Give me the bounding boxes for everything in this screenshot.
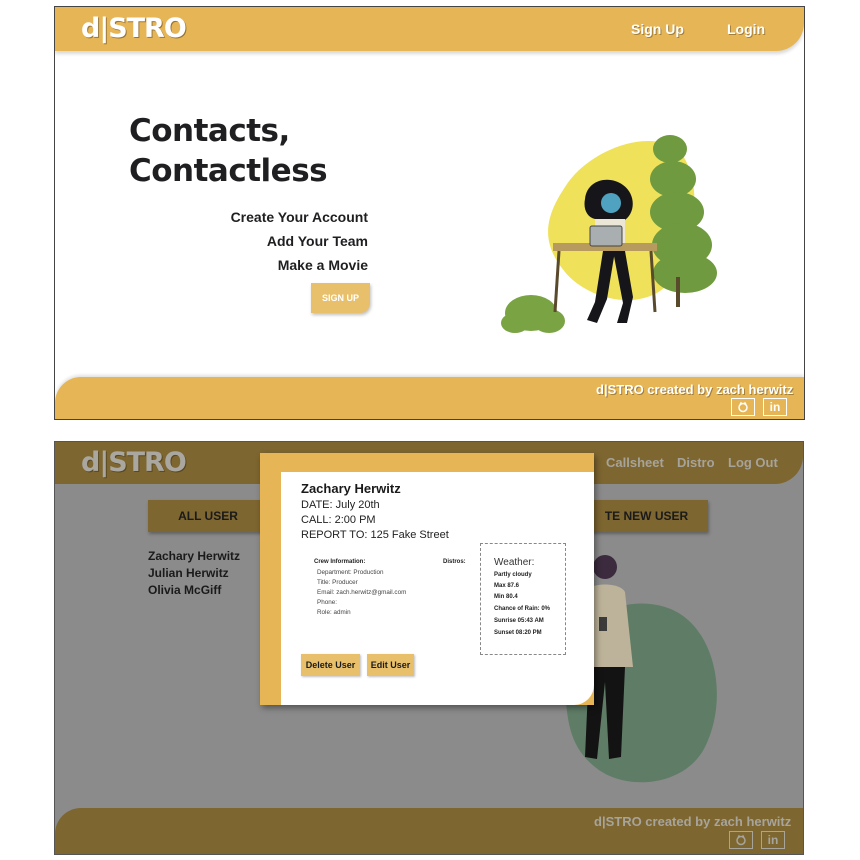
user-item-olivia-mcgiff[interactable]: Olivia McGiff — [148, 582, 240, 599]
footer-bar: d|STRO created by zach herwitz in — [55, 377, 804, 419]
github-icon[interactable] — [729, 831, 753, 849]
crew-role: Role: admin — [317, 609, 351, 616]
dashboard-footer-credit: d|STRO created by zach herwitz — [594, 814, 792, 829]
weather-max: Max 87.6 — [494, 583, 520, 589]
hero-title-line-1: Contacts, — [129, 113, 290, 149]
linkedin-icon-text: in — [769, 400, 781, 414]
user-detail-card: Zachary Herwitz DATE: July 20th CALL: 2:… — [281, 472, 594, 705]
user-detail-modal: Zachary Herwitz DATE: July 20th CALL: 2:… — [260, 453, 594, 705]
nav-logout-link[interactable]: Log Out — [728, 455, 778, 470]
tagline-make-movie: Make a Movie — [277, 257, 368, 273]
modal-date: DATE: July 20th — [301, 499, 380, 511]
nav-distro-link[interactable]: Distro — [677, 455, 715, 470]
weather-condition: Partly cloudy — [494, 572, 532, 578]
dashboard-footer-bar: d|STRO created by zach herwitz in — [55, 808, 803, 854]
header-bar: d|STRO Sign Up Login — [55, 7, 804, 51]
crew-title: Title: Producer — [317, 579, 358, 586]
woman-at-laptop-illustration — [501, 135, 717, 333]
distro-logo-dimmed[interactable]: d|STRO — [81, 447, 187, 478]
modal-call-time: CALL: 2:00 PM — [301, 514, 376, 526]
weather-rain-chance: Chance of Rain: 0% — [494, 606, 551, 612]
hero-title: Contacts, Contactless — [129, 111, 429, 191]
footer-credit: d|STRO created by zach herwitz — [596, 382, 794, 397]
weather-sunrise: Sunrise 05:43 AM — [494, 618, 544, 624]
tagline-add-team: Add Your Team — [266, 233, 368, 249]
edit-user-button[interactable]: Edit User — [367, 654, 414, 676]
landing-page: d|STRO Sign Up Login Contacts, Contactle… — [54, 6, 805, 420]
delete-user-button[interactable]: Delete User — [301, 654, 360, 676]
create-new-user-tab[interactable]: TE NEW USER — [585, 500, 708, 532]
linkedin-icon[interactable]: in — [763, 398, 787, 416]
user-list: Zachary Herwitz Julian Herwitz Olivia Mc… — [148, 548, 240, 599]
weather-box: Weather: Partly cloudy Max 87.6 Min 80.4… — [480, 543, 566, 655]
weather-sunset: Sunset 08:20 PM — [494, 630, 542, 636]
user-item-julian-herwitz[interactable]: Julian Herwitz — [148, 565, 240, 582]
linkedin-icon[interactable]: in — [761, 831, 785, 849]
crew-info-heading: Crew Information: — [314, 559, 366, 565]
crew-phone: Phone: — [317, 599, 337, 606]
modal-user-name: Zachary Herwitz — [301, 481, 401, 496]
all-users-tab[interactable]: ALL USER — [148, 500, 268, 532]
weather-title: Weather: — [494, 557, 535, 568]
crew-email: Email: zach.herwitz@gmail.com — [317, 589, 407, 596]
hero-title-line-2: Contactless — [129, 153, 328, 189]
weather-min: Min 80.4 — [494, 594, 518, 600]
distro-logo[interactable]: d|STRO — [81, 13, 187, 44]
distros-heading: Distros: — [443, 559, 466, 565]
linkedin-icon-text: in — [767, 833, 779, 847]
github-icon[interactable] — [731, 398, 755, 416]
hero-sign-up-button[interactable]: SIGN UP — [311, 283, 370, 313]
modal-report-location: REPORT TO: 125 Fake Street — [301, 529, 449, 541]
nav-callsheet-link[interactable]: Callsheet — [606, 455, 664, 470]
nav-login-link[interactable]: Login — [727, 21, 765, 37]
user-item-zachary-herwitz[interactable]: Zachary Herwitz — [148, 548, 240, 565]
nav-sign-up-link[interactable]: Sign Up — [631, 21, 684, 37]
tagline-create-account: Create Your Account — [230, 209, 368, 225]
crew-department: Department: Production — [317, 569, 384, 576]
